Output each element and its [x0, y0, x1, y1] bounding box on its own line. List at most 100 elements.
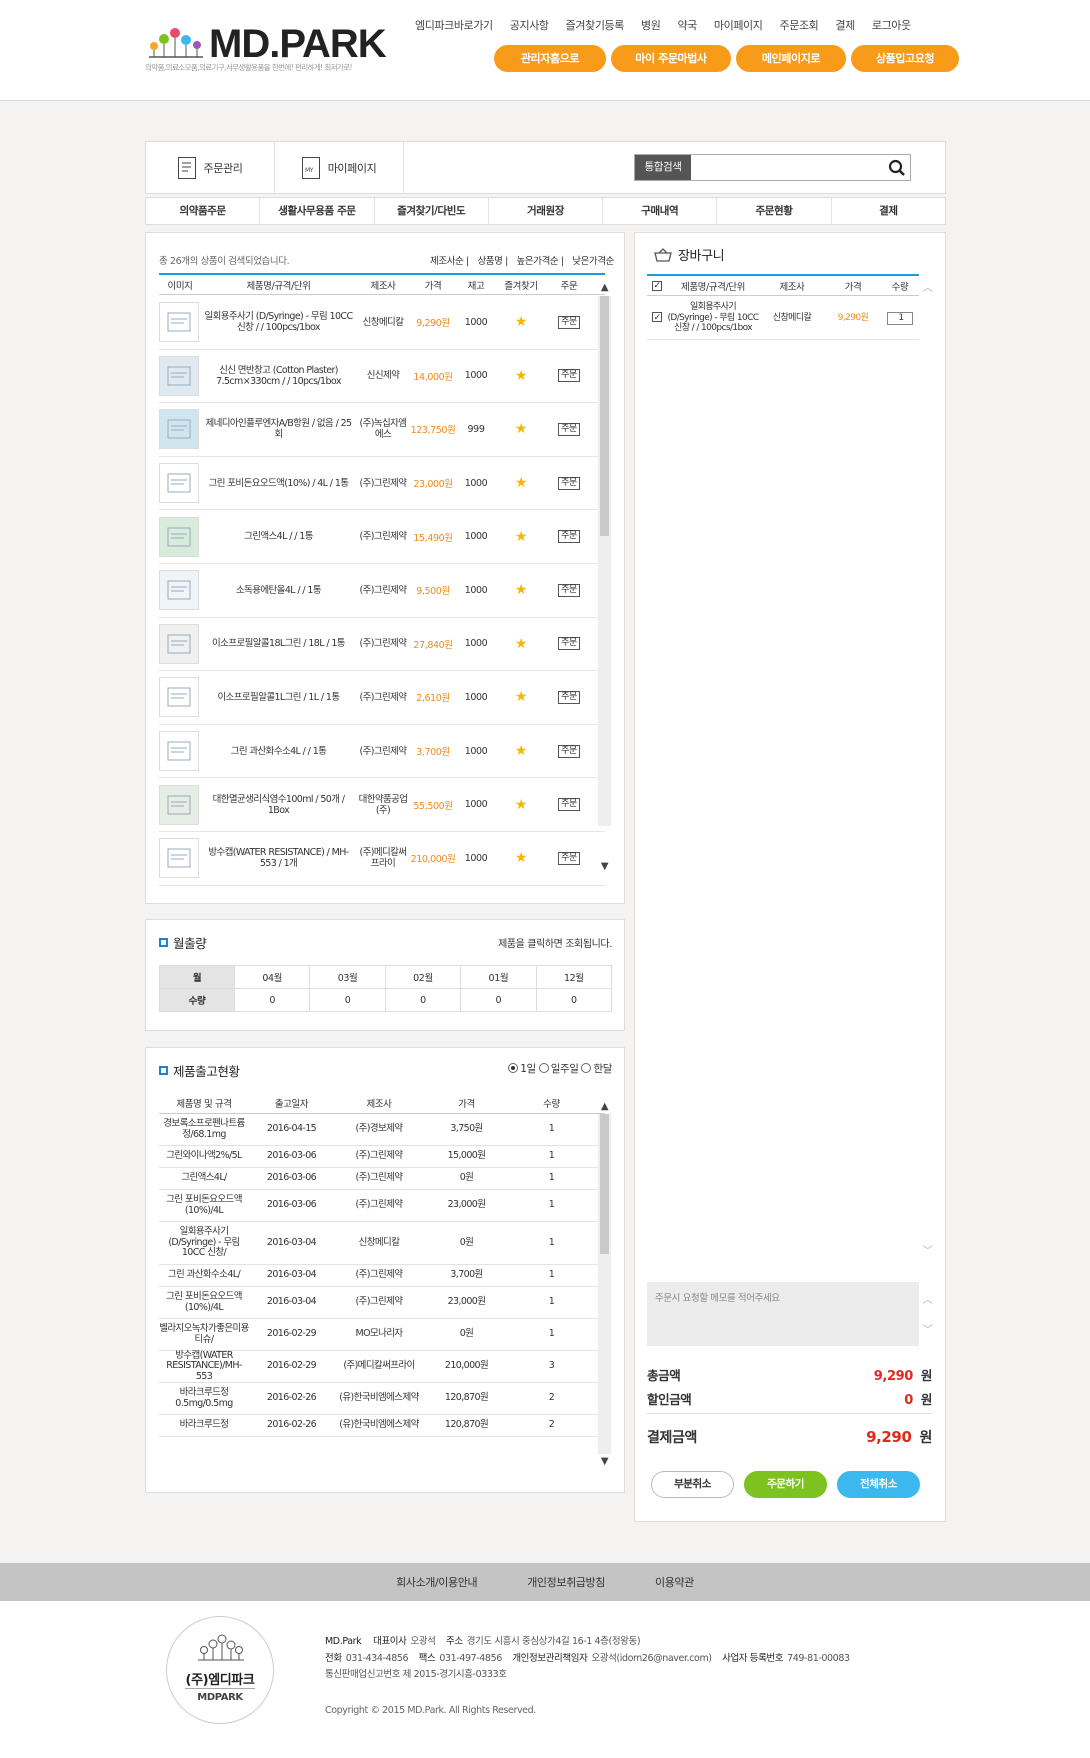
product-name[interactable]: 대한멸균생리식염수100ml / 50개 / 1Box	[201, 794, 356, 816]
product-row[interactable]: 그린 포비돈요오드액(10%) / 4L / 1통 (주)그린제약 23,000원 1…	[159, 457, 605, 511]
order-button[interactable]: 주문	[558, 851, 580, 865]
favorite-star-icon[interactable]: ★	[496, 529, 546, 545]
stock-request-button[interactable]: 상품입고요청	[851, 45, 959, 72]
sort-price-high[interactable]: 높은가격순	[517, 256, 559, 267]
topnav-link[interactable]: 약국	[677, 17, 697, 33]
topnav-link[interactable]: 공지사항	[510, 17, 549, 33]
scroll-down-icon[interactable]: ▼	[598, 1456, 611, 1468]
category-supplies[interactable]: 생활사무용품 주문	[260, 198, 375, 224]
product-name[interactable]: 이소프로필알콜18L그린 / 18L / 1통	[201, 638, 356, 649]
topnav-link[interactable]: 엠디파크바로가기	[415, 17, 493, 33]
memo-scroll-down-icon[interactable]: ﹀	[921, 1325, 934, 1337]
tab-mypage[interactable]: MY 마이페이지	[275, 142, 404, 193]
search-input[interactable]	[693, 157, 883, 178]
scroll-up-icon[interactable]: ▲	[598, 282, 611, 294]
order-button[interactable]: 주문	[558, 315, 580, 329]
shipment-row[interactable]: 일회용주사기(D/Syringe) - 무림 10CC 신창/2016-03-0…	[159, 1222, 605, 1265]
favorite-star-icon[interactable]: ★	[496, 850, 546, 866]
category-favorites[interactable]: 즐겨찾기/다빈도	[375, 198, 489, 224]
scroll-up-icon[interactable]: ︿	[921, 283, 934, 295]
order-button[interactable]: 주문	[558, 476, 580, 490]
topnav-link[interactable]: 병원	[641, 17, 661, 33]
topnav-link[interactable]: 결제	[835, 17, 855, 33]
product-name[interactable]: 이소프로필알콜1L그린 / 1L / 1통	[201, 692, 356, 703]
category-payment[interactable]: 결제	[832, 198, 945, 224]
tab-order-manage[interactable]: 주문관리	[146, 142, 275, 193]
scroll-down-icon[interactable]: ﹀	[921, 1246, 934, 1258]
product-name[interactable]: 그린 포비돈요오드액(10%) / 4L / 1통	[201, 478, 356, 489]
product-thumbnail[interactable]	[159, 516, 199, 557]
sort-name[interactable]: 상품명	[477, 256, 502, 267]
topnav-link[interactable]: 로그아웃	[872, 17, 911, 33]
product-thumbnail[interactable]	[159, 731, 199, 772]
favorite-star-icon[interactable]: ★	[496, 636, 546, 652]
product-name[interactable]: 그린액스4L / / 1통	[201, 531, 356, 542]
memo-textarea[interactable]: 주문시 요청할 메모를 적어주세요	[647, 1282, 919, 1346]
order-button[interactable]: 주문	[558, 369, 580, 383]
product-row[interactable]: 이소프로필알콜18L그린 / 18L / 1통 (주)그린제약 27,840원 100…	[159, 618, 605, 672]
order-button[interactable]: 주문	[558, 798, 580, 812]
shipment-row[interactable]: 벨라지오녹차가좋은미용티슈/2016-02-29 MO모나리자 0원 1	[159, 1319, 605, 1351]
product-name[interactable]: 그린 과산화수소4L / / 1통	[201, 746, 356, 757]
product-thumbnail[interactable]	[159, 784, 199, 825]
list-scrollbar[interactable]	[598, 296, 611, 826]
product-thumbnail[interactable]	[159, 355, 199, 396]
product-thumbnail[interactable]	[159, 838, 199, 879]
memo-scroll-up-icon[interactable]: ︿	[921, 1295, 934, 1307]
product-row[interactable]: 신신 면반창고 (Cotton Plaster) 7.5cm×330cm / /…	[159, 350, 605, 404]
product-name[interactable]: 신신 면반창고 (Cotton Plaster) 7.5cm×330cm / /…	[201, 365, 356, 387]
favorite-star-icon[interactable]: ★	[496, 421, 546, 437]
product-row[interactable]: 이소프로필알콜1L그린 / 1L / 1통 (주)그린제약 2,610원 1000 ★ 주…	[159, 671, 605, 725]
product-thumbnail[interactable]	[159, 570, 199, 611]
product-row[interactable]: 그린액스4L / / 1통 (주)그린제약 15,490원 1000 ★ 주문	[159, 510, 605, 564]
product-row[interactable]: 소독용에탄올4L / / 1통 (주)그린제약 9,500원 1000 ★ 주문	[159, 564, 605, 618]
cancel-all-button[interactable]: 전체취소	[837, 1471, 920, 1498]
site-logo[interactable]: MD.PARK 의약품,의료소모품,의료기구,서무생활용품을 한번에! 편리하게…	[145, 22, 395, 78]
category-order-status[interactable]: 주문현황	[717, 198, 832, 224]
radio-week[interactable]: 일주일	[538, 1063, 579, 1075]
admin-home-button[interactable]: 관리자홈으로	[494, 45, 606, 72]
product-row[interactable]: 대한멸균생리식염수100ml / 50개 / 1Box 대한약품공업(주) 55,5…	[159, 778, 605, 832]
favorite-star-icon[interactable]: ★	[496, 582, 546, 598]
sort-maker[interactable]: 제조사순	[430, 256, 464, 267]
product-row[interactable]: 그린 과산화수소4L / / 1통 (주)그린제약 3,700원 1000 ★ 주문	[159, 725, 605, 779]
order-button[interactable]: 주문	[558, 744, 580, 758]
order-button[interactable]: 주문	[558, 530, 580, 544]
topnav-link[interactable]: 주문조회	[780, 17, 819, 33]
product-name[interactable]: 일회용주사기 (D/Syringe) - 무림 10CC 신창 / / 100p…	[201, 311, 356, 333]
shipment-row[interactable]: 그린 과산화수소4L/2016-03-04 (주)그린제약 3,700원 1	[159, 1265, 605, 1287]
shipment-row[interactable]: 방수캡(WATER RESISTANCE)/MH-553 2016-02-29 (주…	[159, 1350, 605, 1383]
partial-cancel-button[interactable]: 부분취소	[651, 1471, 734, 1498]
search-icon[interactable]	[888, 159, 906, 177]
product-thumbnail[interactable]	[159, 677, 199, 718]
shipment-row[interactable]: 그린와이나액2%/5L 2016-03-06 (주)그린제약 15,000원 1	[159, 1146, 605, 1168]
radio-month[interactable]: 한달	[581, 1063, 612, 1075]
sort-price-low[interactable]: 낮은가격순	[572, 256, 614, 267]
footer-link-about[interactable]: 회사소개/이용안내	[396, 1574, 477, 1590]
product-thumbnail[interactable]	[159, 302, 199, 343]
shipment-row[interactable]: 바라크루드정 2016-02-26 (유)한국비엠에스제약 120,870원 2	[159, 1415, 605, 1437]
scroll-down-icon[interactable]: ▼	[598, 861, 611, 873]
main-page-button[interactable]: 메인페이지로	[736, 45, 846, 72]
shipment-row[interactable]: 경보록소프로펜나트륨정/68.1mg 2016-04-15 (주)경보제약 3,750…	[159, 1114, 605, 1146]
order-button[interactable]: 주문	[558, 690, 580, 704]
scroll-thumb[interactable]	[600, 1114, 609, 1254]
shipment-row[interactable]: 그린 포비돈요오드액(10%)/4L 2016-03-06 (주)그린제약 23,00…	[159, 1190, 605, 1222]
product-name[interactable]: 방수캡(WATER RESISTANCE) / MH-553 / 1개	[201, 847, 356, 869]
order-wizard-button[interactable]: 마이 주문마법사	[611, 45, 731, 72]
footer-link-privacy[interactable]: 개인정보취급방침	[527, 1574, 605, 1590]
scroll-up-icon[interactable]: ▲	[598, 1101, 611, 1113]
favorite-star-icon[interactable]: ★	[496, 743, 546, 759]
topnav-link[interactable]: 즐겨찾기등록	[566, 17, 625, 33]
shipment-scrollbar[interactable]	[598, 1114, 611, 1454]
topnav-link[interactable]: 마이페이지	[714, 17, 763, 33]
place-order-button[interactable]: 주문하기	[744, 1471, 827, 1498]
favorite-star-icon[interactable]: ★	[496, 368, 546, 384]
product-thumbnail[interactable]	[159, 463, 199, 504]
favorite-star-icon[interactable]: ★	[496, 797, 546, 813]
category-ledger[interactable]: 거래원장	[489, 198, 604, 224]
shipment-row[interactable]: 그린 포비돈요오드액(10%)/4L 2016-03-04 (주)그린제약 23,00…	[159, 1287, 605, 1319]
order-button[interactable]: 주문	[558, 583, 580, 597]
product-thumbnail[interactable]	[159, 623, 199, 664]
product-row[interactable]: 제네디아인플루엔자A/B항원 / 없음 / 25회 (주)녹십자엠에스 123,75…	[159, 403, 605, 457]
